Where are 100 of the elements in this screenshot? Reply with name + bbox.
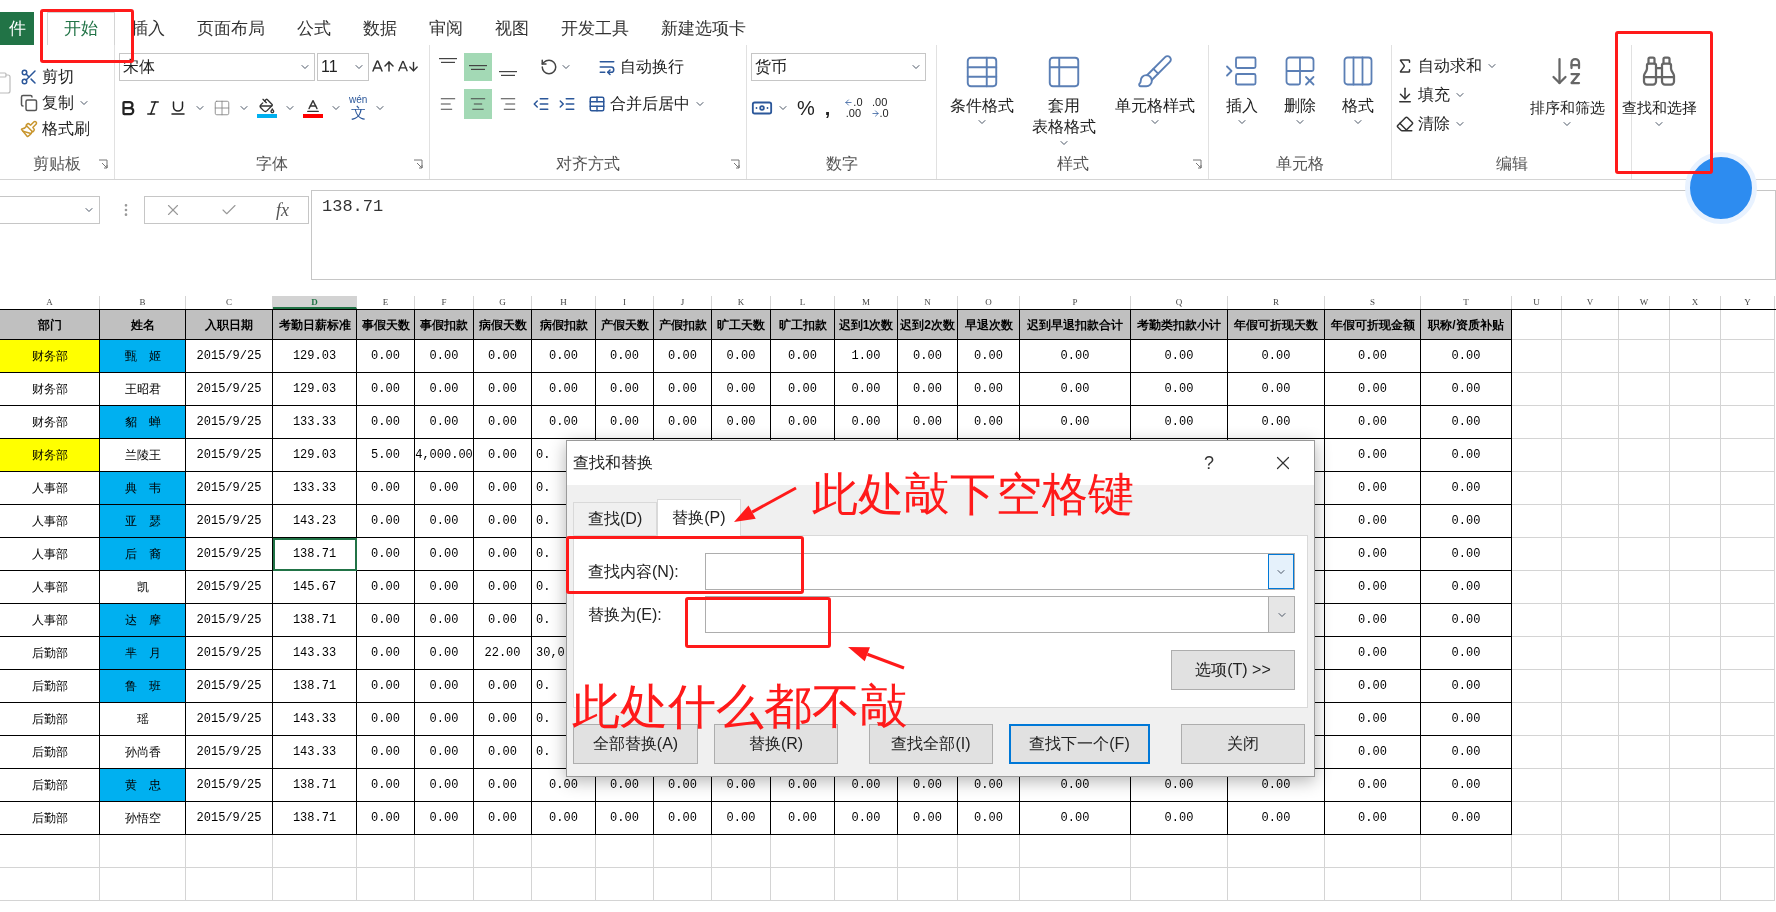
table-cell: 0.00	[415, 406, 474, 439]
editing-large-button[interactable]: 查找和选择	[1616, 53, 1702, 130]
editing-button[interactable]: 填充	[1396, 82, 1498, 108]
dialog-button[interactable]: 查找下一个(F)	[1009, 724, 1150, 764]
empty-cell	[532, 868, 596, 901]
column-header[interactable]: B	[100, 296, 186, 309]
ribbon-tab[interactable]: 开发工具	[545, 12, 645, 45]
dialog-launcher-icon[interactable]	[1192, 159, 1202, 169]
ribbon-tab[interactable]: 视图	[479, 12, 545, 45]
border-icon[interactable]	[213, 98, 231, 117]
ribbon-tab[interactable]: 审阅	[413, 12, 479, 45]
cut-button[interactable]: 剪切	[20, 65, 90, 89]
ribbon-tab[interactable]: 公式	[281, 12, 347, 45]
vertical-align-button[interactable]	[464, 53, 492, 81]
combo-field[interactable]	[705, 553, 1295, 590]
column-heading: 迟到1次数	[835, 310, 898, 340]
table-cell: 138.71	[273, 769, 357, 802]
column-header[interactable]: A	[0, 296, 100, 309]
combo-field[interactable]	[705, 596, 1295, 633]
font-color-icon[interactable]	[303, 97, 323, 118]
column-header[interactable]: J	[654, 296, 712, 309]
editing-large-icon	[1641, 53, 1677, 89]
underline-icon[interactable]	[169, 98, 187, 117]
ribbon-tab[interactable]: 页面布局	[181, 12, 281, 45]
table-cell: 0.00	[958, 406, 1020, 439]
wrap-text-button[interactable]: 自动换行	[598, 55, 684, 79]
column-header[interactable]: P	[1020, 296, 1131, 309]
empty-cell	[1512, 373, 1562, 406]
dialog-launcher-icon[interactable]	[98, 159, 108, 169]
indent-increase-icon[interactable]	[558, 95, 576, 113]
column-header[interactable]: N	[898, 296, 958, 309]
style-button[interactable]: 条件格式	[950, 53, 1015, 149]
column-heading: 病假扣款	[532, 310, 596, 340]
table-cell: 2015/9/25	[186, 472, 273, 505]
table-cell: 0.00	[357, 505, 415, 538]
column-header[interactable]: F	[415, 296, 474, 309]
column-header[interactable]: Y	[1721, 296, 1775, 309]
insert-function-button[interactable]: fx	[276, 196, 289, 224]
style-button[interactable]: 套用 表格格式	[1032, 53, 1097, 149]
merge-center-button[interactable]: 合并后居中	[588, 92, 706, 116]
column-header[interactable]: Q	[1131, 296, 1228, 309]
column-header[interactable]: X	[1670, 296, 1721, 309]
table-cell: 0.00	[654, 340, 712, 373]
column-header[interactable]: U	[1512, 296, 1562, 309]
format-painter-button[interactable]: 格式刷	[20, 117, 90, 141]
table-cell: 貂 蝉	[100, 406, 186, 439]
style-button[interactable]: 单元格样式	[1114, 53, 1195, 149]
column-header[interactable]: E	[357, 296, 415, 309]
dropdown-button[interactable]	[1268, 554, 1294, 589]
empty-cell	[771, 868, 835, 901]
ribbon-tab[interactable]: 新建选项卡	[645, 12, 762, 45]
empty-cell	[474, 868, 532, 901]
font-size-field[interactable]: 11	[317, 53, 369, 81]
table-cell: 0.00	[357, 769, 415, 802]
cells-button[interactable]: 格式	[1340, 53, 1376, 149]
cells-button[interactable]: 删除	[1282, 53, 1318, 149]
horizontal-align-button[interactable]	[464, 89, 492, 119]
comma-button[interactable]: ,	[824, 93, 831, 123]
column-header[interactable]: O	[958, 296, 1020, 309]
help-button[interactable]: ?	[1204, 449, 1214, 477]
column-header[interactable]: H	[532, 296, 596, 309]
column-header[interactable]: V	[1562, 296, 1619, 309]
dialog-button[interactable]: 关闭	[1181, 724, 1305, 764]
phonetic-button[interactable]: wén 文	[349, 95, 368, 120]
dialog-tab[interactable]: 查找(D)	[573, 502, 658, 535]
column-header[interactable]: D	[273, 296, 357, 309]
bold-icon[interactable]	[119, 98, 137, 117]
column-header[interactable]: T	[1421, 296, 1512, 309]
copy-button[interactable]: 复制	[20, 91, 90, 115]
column-header[interactable]: L	[771, 296, 835, 309]
dialog-tab[interactable]: 替换(P)	[657, 499, 741, 536]
dialog-launcher-icon[interactable]	[413, 159, 423, 169]
column-header[interactable]: M	[835, 296, 898, 309]
increase-decimal-button[interactable]: .0 .00	[844, 97, 863, 119]
ribbon-tab[interactable]: 数据	[347, 12, 413, 45]
options-button[interactable]: 选项(T) >>	[1171, 650, 1295, 690]
table-cell: 0.00	[1325, 340, 1421, 373]
editing-button[interactable]: 清除	[1396, 111, 1498, 137]
dialog-launcher-icon[interactable]	[730, 159, 740, 169]
column-header[interactable]: S	[1325, 296, 1421, 309]
decrease-decimal-button[interactable]: .00 .0	[870, 97, 889, 119]
indent-decrease-icon[interactable]	[532, 95, 550, 113]
italic-icon[interactable]	[144, 98, 162, 117]
fill-color-icon[interactable]	[257, 97, 277, 118]
column-header[interactable]: W	[1619, 296, 1670, 309]
table-cell: 0.00	[1325, 637, 1421, 670]
column-heading: 事假扣款	[415, 310, 474, 340]
file-tab[interactable]: 件	[0, 12, 34, 45]
orientation-icon[interactable]	[540, 58, 558, 76]
ribbon-tab[interactable]: 开始	[47, 12, 115, 45]
percent-button[interactable]: %	[797, 93, 815, 123]
editing-large-button[interactable]: 排序和筛选	[1524, 53, 1610, 130]
column-header[interactable]: I	[596, 296, 654, 309]
editing-button[interactable]: 自动求和	[1396, 53, 1498, 79]
cells-button[interactable]: 插入	[1224, 53, 1260, 149]
column-header[interactable]: K	[712, 296, 771, 309]
number-format-field[interactable]: 货币	[751, 53, 926, 81]
column-header[interactable]: R	[1228, 296, 1325, 309]
column-header[interactable]: G	[474, 296, 532, 309]
formula-field[interactable]: 138.71	[311, 190, 1776, 280]
